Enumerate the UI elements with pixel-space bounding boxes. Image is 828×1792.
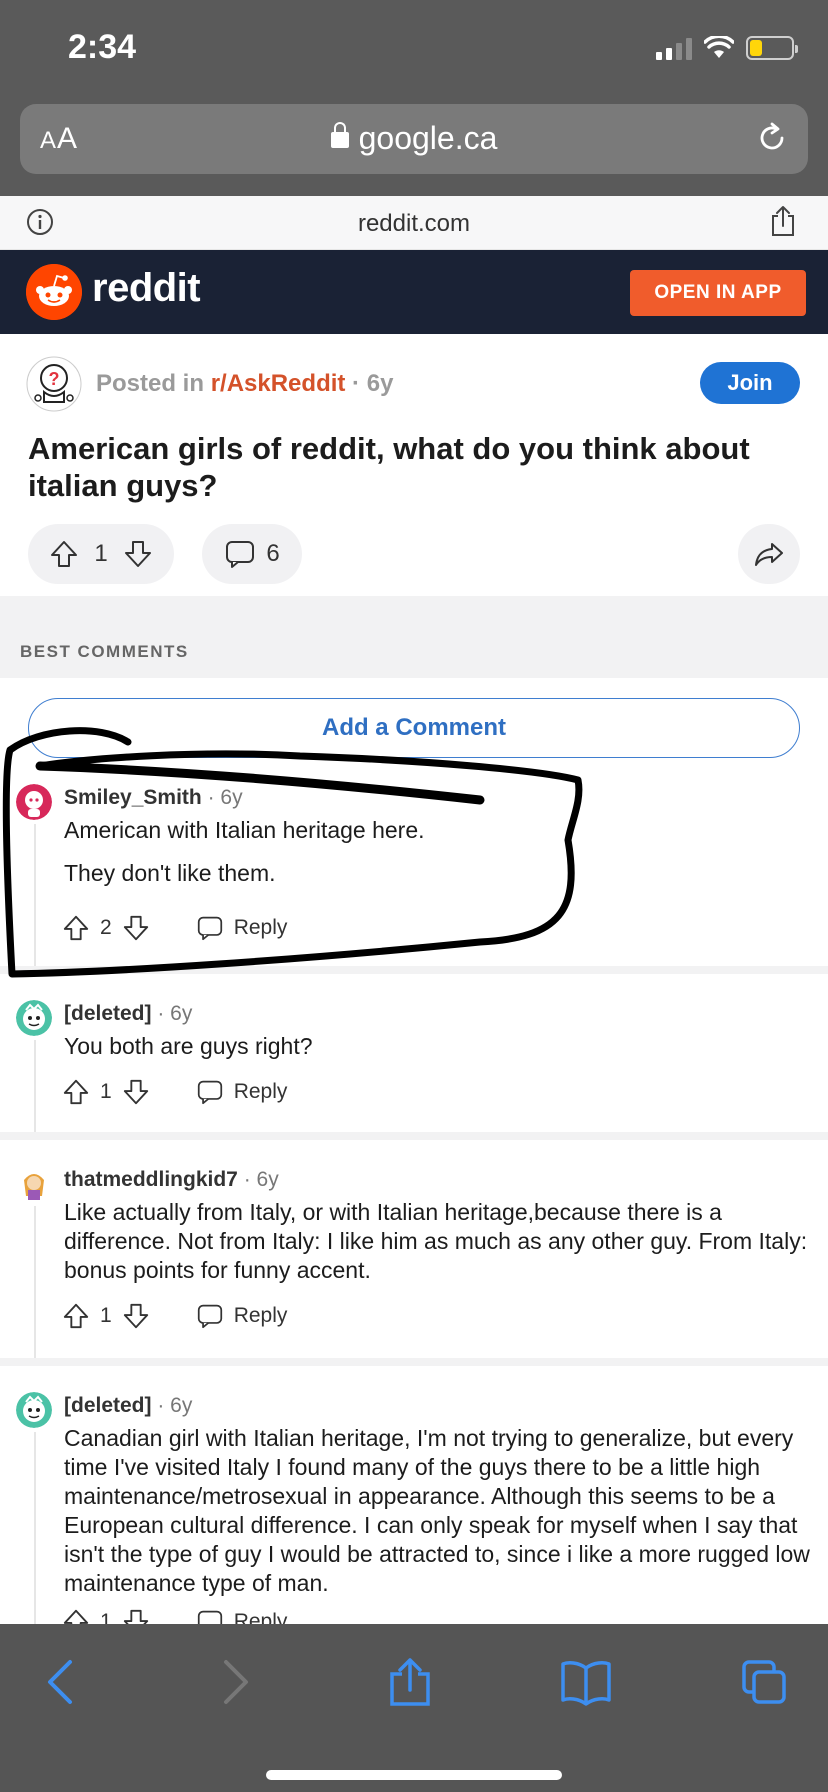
comment: [deleted] · 6y Canadian girl with Italia… [0,1384,828,1624]
comment-body: You both are guys right? [64,1033,313,1059]
post-comments-pill[interactable]: 6 [202,524,302,584]
user-avatar-icon[interactable] [16,1392,52,1428]
post-share-button[interactable] [738,524,800,584]
comment-vote-count: 1 [100,1610,112,1624]
back-icon[interactable] [42,1656,78,1708]
safari-address-area: AA google.ca [0,96,828,196]
url-display[interactable]: google.ca [20,120,808,157]
safari-bottom-toolbar [0,1624,828,1792]
subreddit-link[interactable]: r/AskReddit [211,370,346,397]
reddit-logo-icon[interactable] [26,264,82,320]
reddit-header: reddit OPEN IN APP [0,250,828,334]
status-bar: 2:34 [0,0,828,96]
comment: thatmeddlingkid7 · 6y Like actually from… [0,1158,828,1358]
home-indicator[interactable] [266,1770,562,1780]
comment-author[interactable]: [deleted] · 6y [64,1394,192,1418]
reddit-wordmark[interactable]: reddit [92,266,201,311]
comment-vote-count: 1 [100,1080,112,1103]
comment-icon [197,1304,222,1329]
posted-in-line: Posted in r/AskReddit · 6y [96,370,394,397]
comment-actions: 1 Reply [62,1078,287,1106]
reload-icon[interactable] [754,120,790,156]
status-time: 2:34 [68,28,137,66]
thread-line [34,1040,36,1132]
lock-icon [330,122,349,148]
comment: [deleted] · 6y You both are guys right? … [0,992,828,1132]
hand-drawn-circle-annotation [2,727,583,978]
comment-vote-count: 1 [100,1304,112,1327]
comment-icon [197,1080,222,1105]
comment-actions: 1 Reply [62,1302,287,1330]
thread-line [34,1432,36,1624]
downvote-icon[interactable] [122,1302,150,1330]
comment-author[interactable]: thatmeddlingkid7 · 6y [64,1168,279,1192]
svg-text:?: ? [49,369,60,389]
downvote-icon[interactable] [123,539,153,569]
share-icon[interactable] [388,1656,432,1708]
post-title: American girls of reddit, what do you th… [28,431,750,503]
url-text: google.ca [358,120,498,156]
comment-divider [0,1132,828,1140]
battery-icon [746,36,798,60]
thread-line [34,1206,36,1358]
reply-button[interactable]: Reply [196,1079,287,1105]
comment-body: Like actually from Italy, or with Italia… [64,1199,808,1283]
post-vote-count: 1 [94,540,108,567]
join-button[interactable]: Join [700,362,800,404]
share-icon[interactable] [768,204,798,238]
downvote-icon[interactable] [122,1608,150,1624]
post: ? Posted in r/AskReddit · 6y Join Americ… [0,334,828,596]
forward-icon[interactable] [218,1656,254,1708]
comment-body: Canadian girl with Italian heritage, I'm… [64,1425,810,1596]
comment-divider [0,1358,828,1366]
open-in-app-button[interactable]: OPEN IN APP [630,270,806,316]
address-bar[interactable]: AA google.ca [20,104,808,174]
reply-button[interactable]: Reply [196,1609,287,1624]
upvote-icon[interactable] [62,1078,90,1106]
post-comment-count: 6 [266,540,280,567]
upvote-icon[interactable] [62,1302,90,1330]
user-avatar-icon[interactable] [16,1000,52,1036]
site-info-bar: reddit.com [0,196,828,250]
tabs-icon[interactable] [740,1656,788,1708]
comments-section-header: BEST COMMENTS [0,596,828,678]
bookmarks-icon[interactable] [560,1656,612,1708]
comment-actions: 1 Reply [62,1608,287,1624]
downvote-icon[interactable] [122,1078,150,1106]
upvote-icon[interactable] [62,1608,90,1624]
subreddit-avatar-icon[interactable]: ? [26,356,82,412]
wifi-icon [704,36,734,58]
cellular-signal-icon [656,36,692,60]
reply-button[interactable]: Reply [196,1303,287,1329]
comment-icon [226,541,255,568]
upvote-icon[interactable] [49,539,79,569]
post-vote-pill: 1 [28,524,174,584]
site-domain: reddit.com [357,210,471,237]
share-arrow-icon [755,543,783,566]
status-icons [656,36,798,60]
user-avatar-icon[interactable] [16,1166,52,1202]
comment-icon [197,1610,222,1624]
comment-author[interactable]: [deleted] · 6y [64,1002,192,1026]
best-comments-label[interactable]: BEST COMMENTS [20,642,189,662]
